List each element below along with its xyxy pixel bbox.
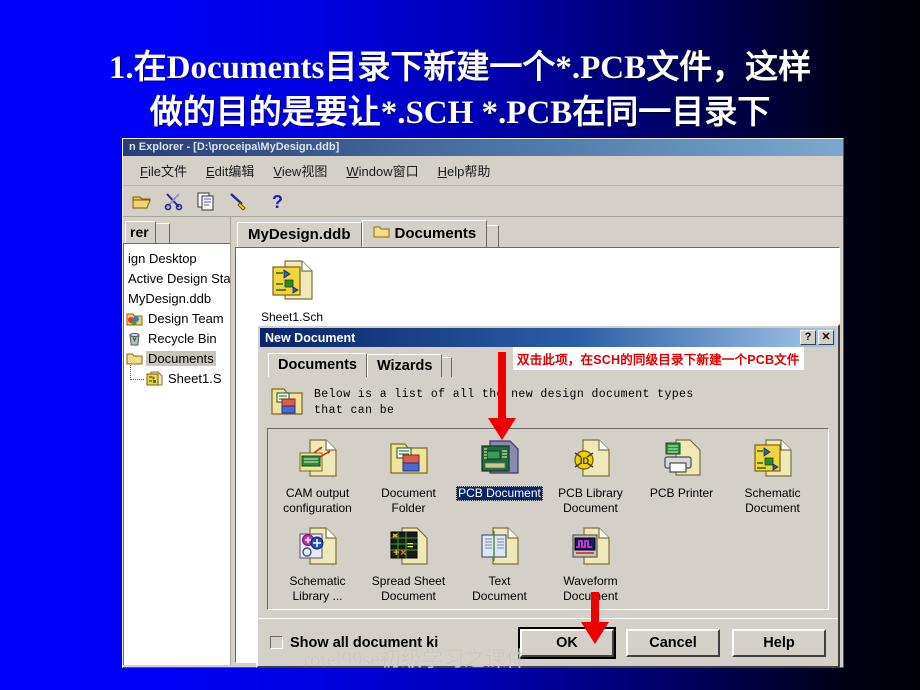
dialog-title: New Document (265, 330, 356, 345)
tree-item-active-design-station[interactable]: Active Design Sta (124, 268, 230, 288)
show-all-checkbox[interactable] (270, 636, 283, 649)
document-type-list[interactable]: CAM output configuration Document Folder (267, 428, 829, 610)
doc-type-spread-sheet-document[interactable]: + × = Spread Sheet Document (363, 523, 454, 605)
document-folder-icon (270, 385, 304, 422)
pcb-printer-icon (662, 439, 702, 481)
page-title-line1: 1.在Documents目录下新建一个*.PCB文件，这样 (108, 50, 812, 86)
paste-brush-icon[interactable] (227, 190, 249, 212)
doc-type-cam-output-configuration[interactable]: CAM output configuration (272, 435, 363, 517)
explorer-tree-pane: rer ign Desktop Active Design Sta MyDesi… (123, 217, 231, 665)
tree-item-label: MyDesign.ddb (128, 290, 212, 306)
help-question-icon[interactable]: ? (267, 190, 289, 212)
folder-icon (373, 225, 390, 242)
document-tab-strip: MyDesign.ddb Documents (231, 217, 843, 247)
explorer-titlebar: n Explorer - [D:\proceipa\MyDesign.ddb] (123, 139, 843, 156)
file-item-label: Sheet1.Sch (260, 310, 324, 324)
doc-type-label: PCB Document (456, 486, 543, 501)
arrow-to-ok-button-icon (575, 592, 615, 653)
page-title: 1.在Documents目录下新建一个*.PCB文件，这样 做的目的是要让*.S… (0, 46, 920, 136)
tree-tab-filler (155, 223, 170, 243)
tree-item-label: Recycle Bin (148, 330, 217, 346)
tree-item-label: Sheet1.S (168, 370, 222, 386)
recycle-bin-icon (126, 331, 143, 346)
tab-documents[interactable]: Documents (361, 220, 488, 247)
text-document-icon (480, 527, 520, 569)
menu-item-help[interactable]: Help帮助 (429, 158, 500, 183)
page-title-line2: 做的目的是要让*.SCH *.PCB在同一目录下 (149, 95, 771, 131)
close-icon[interactable]: ✕ (818, 330, 834, 345)
pcb-document-icon (480, 440, 520, 481)
svg-text:?: ? (272, 192, 283, 212)
tree-item-documents[interactable]: Documents (124, 348, 230, 368)
doc-type-label: Spread Sheet Document (371, 574, 446, 603)
help-icon[interactable]: ? (800, 330, 816, 345)
tree-list: ign Desktop Active Design Sta MyDesign.d… (123, 243, 230, 665)
doc-type-schematic-document[interactable]: Schematic Document (727, 435, 818, 517)
doc-type-label: Text Document (472, 574, 527, 603)
tab-wizards[interactable]: Wizards (366, 354, 443, 377)
doc-type-label: Schematic Document (744, 486, 801, 515)
document-folder-icon (389, 443, 429, 481)
doc-type-schematic-library[interactable]: Schematic Library ... (272, 523, 363, 605)
watermark: rotel99se初级学习之课件 (303, 647, 527, 671)
doc-type-pcb-printer[interactable]: PCB Printer (636, 435, 727, 517)
help-button[interactable]: Help (732, 628, 826, 657)
menu-item-window[interactable]: Window窗口 (337, 158, 427, 183)
doc-type-label: Document Folder (381, 486, 436, 515)
menu-bar: File文件 Edit编辑 View视图 Window窗口 Help帮助 (123, 156, 843, 186)
waveform-icon (571, 527, 611, 569)
toolbar: ? (123, 186, 843, 217)
new-document-dialog: New Document ? ✕ Documents Wizards Below… (256, 324, 840, 668)
tree-item-design-team[interactable]: Design Team (124, 308, 230, 328)
menu-item-view[interactable]: View视图 (264, 158, 336, 183)
tree-item-recycle-bin[interactable]: Recycle Bin (124, 328, 230, 348)
tree-tab-strip: rer (123, 217, 230, 243)
schematic-icon (271, 260, 313, 304)
design-team-icon (126, 311, 143, 326)
tab-label: Documents (394, 225, 477, 242)
folder-icon (126, 351, 143, 366)
tree-item-label: Design Team (148, 310, 224, 326)
tree-item-label: ign Desktop (128, 250, 197, 266)
open-folder-icon[interactable] (131, 190, 153, 212)
pcb-library-icon: ID (571, 439, 611, 481)
doc-type-label: PCB Library Document (558, 486, 623, 515)
tree-item-design-desktop[interactable]: ign Desktop (124, 248, 230, 268)
schematic-library-icon (298, 527, 338, 569)
svg-text:+: + (393, 547, 399, 559)
doc-type-label: PCB Printer (649, 486, 714, 500)
menu-item-edit[interactable]: Edit编辑 (197, 158, 263, 183)
cam-output-icon (298, 439, 338, 481)
tree-item-sheet1-sch[interactable]: Sheet1.S (124, 364, 230, 388)
doc-type-pcb-library-document[interactable]: ID PCB Library Document (545, 435, 636, 517)
annotation-note: 双击此项，在SCH的同级目录下新建一个PCB文件 (513, 347, 804, 370)
dialog-tab-filler (442, 357, 453, 377)
doc-type-document-folder[interactable]: Document Folder (363, 435, 454, 517)
schematic-doc-icon (753, 439, 793, 481)
tab-label: MyDesign.ddb (248, 226, 351, 243)
doc-tab-filler (487, 225, 500, 247)
doc-type-label: CAM output configuration (283, 486, 352, 515)
svg-text:×: × (400, 547, 406, 559)
menu-item-file[interactable]: File文件 (131, 158, 196, 183)
dialog-titlebar: New Document ? ✕ (260, 328, 836, 347)
schematic-icon (146, 371, 163, 386)
tree-item-label: Active Design Sta (128, 270, 230, 286)
tree-connector (130, 364, 144, 380)
dialog-description-row: Below is a list of all the new design do… (258, 377, 838, 428)
doc-type-text-document[interactable]: Text Document (454, 523, 545, 605)
svg-text:=: = (407, 540, 413, 552)
copy-icon[interactable] (195, 190, 217, 212)
tab-documents[interactable]: Documents (268, 353, 367, 377)
doc-type-label: Schematic Library ... (289, 574, 346, 603)
tree-item-label: Documents (146, 350, 216, 366)
cut-scissors-icon[interactable] (163, 190, 185, 212)
tab-explorer[interactable]: rer (125, 221, 156, 243)
file-item-sheet1-sch[interactable]: Sheet1.Sch (254, 260, 330, 324)
spreadsheet-icon: + × = (389, 527, 429, 569)
tab-mydesign-ddb[interactable]: MyDesign.ddb (237, 222, 362, 247)
cancel-button[interactable]: Cancel (626, 628, 720, 657)
tree-item-mydesign-ddb[interactable]: MyDesign.ddb (124, 288, 230, 308)
